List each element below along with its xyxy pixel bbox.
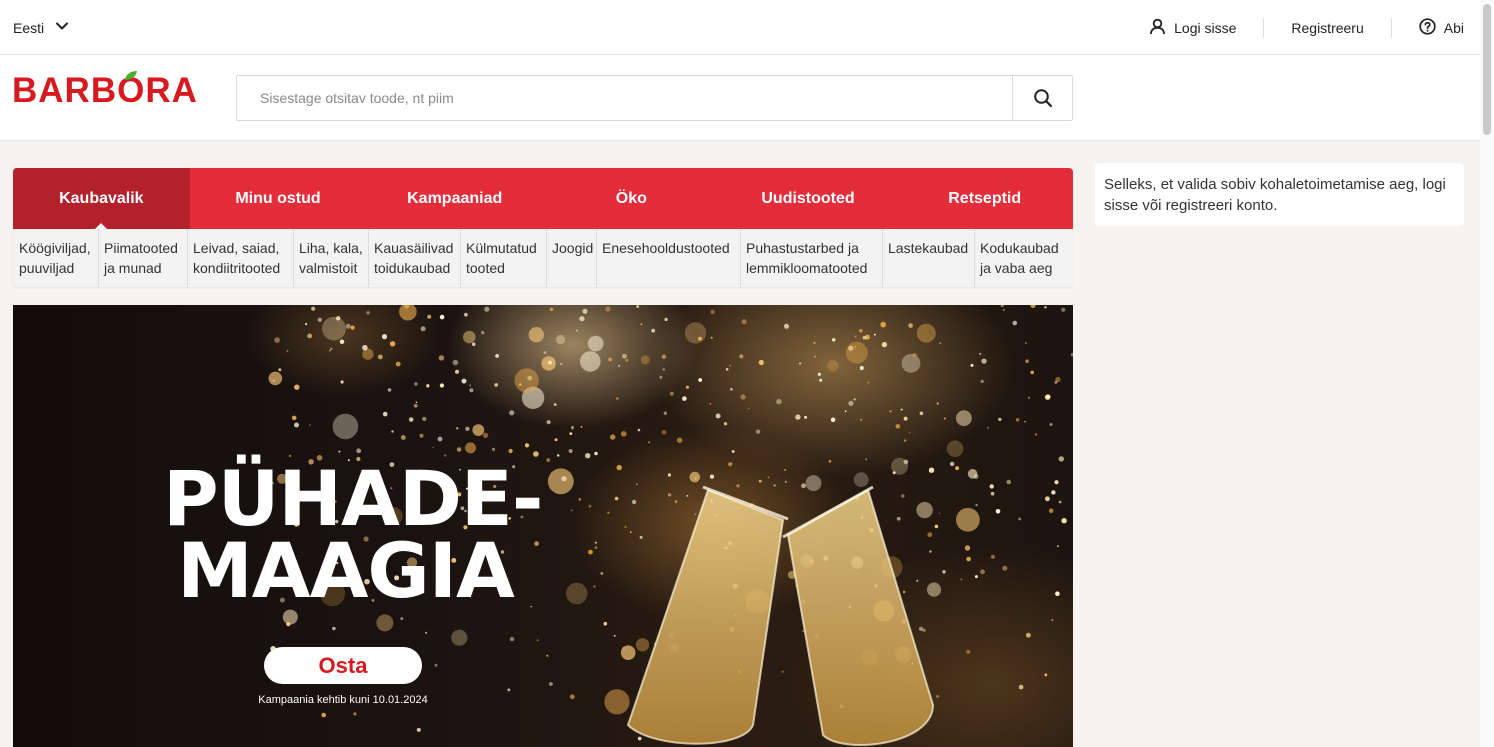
- tab-uudistooted[interactable]: Uudistooted: [720, 168, 897, 229]
- tab-kampaaniad[interactable]: Kampaaniad: [366, 168, 543, 229]
- search-icon: [1033, 89, 1052, 108]
- help-link[interactable]: Abi: [1390, 17, 1464, 38]
- search-button[interactable]: [1012, 76, 1072, 120]
- category-item[interactable]: Leivad, saiad, kondiitritooted: [187, 229, 293, 287]
- account-links: Logi sisse Registreeru Abi: [1122, 0, 1464, 55]
- banner-title-line2: MAAGIA: [177, 526, 515, 615]
- main-nav: Kaubavalik Minu ostud Kampaaniad Öko Uud…: [13, 168, 1073, 230]
- scrollbar-thumb[interactable]: [1483, 4, 1491, 135]
- language-selector[interactable]: Eesti: [13, 18, 70, 37]
- delivery-info-box: Selleks, et valida sobiv kohaletoimetami…: [1095, 163, 1464, 226]
- category-item[interactable]: Puhastustarbed ja lemmikloomatooted: [740, 229, 882, 287]
- promo-banner[interactable]: PÜHADE- MAAGIA Osta Kampaania kehtib kun…: [13, 305, 1073, 747]
- category-item[interactable]: Liha, kala, valmistoit: [293, 229, 368, 287]
- category-bar: Köögiviljad, puuviljad Piimatooted ja mu…: [13, 229, 1073, 287]
- help-icon: [1419, 17, 1436, 38]
- register-label: Registreeru: [1291, 19, 1364, 36]
- category-item[interactable]: Kodukaubad ja vaba aeg: [974, 229, 1073, 287]
- help-label: Abi: [1443, 19, 1464, 36]
- banner-validity-note: Kampaania kehtib kuni 10.01.2024: [258, 694, 428, 706]
- tab-kaubavalik[interactable]: Kaubavalik: [13, 168, 190, 230]
- page-scrollbar[interactable]: [1480, 0, 1494, 747]
- logo-text: BARBORA: [12, 71, 198, 110]
- category-item[interactable]: Enesehooldustooted: [596, 229, 740, 287]
- banner-title-line1: PÜHADE-: [163, 454, 543, 543]
- barbora-logo[interactable]: BARBORA: [12, 71, 198, 111]
- banner-title: PÜHADE- MAAGIA: [163, 454, 543, 615]
- tab-oko[interactable]: Öko: [543, 168, 720, 229]
- category-item[interactable]: Kauasäilivad toidukaubad: [368, 229, 460, 287]
- search-bar: [236, 75, 1073, 121]
- leaf-icon: [125, 71, 137, 80]
- login-label: Logi sisse: [1174, 19, 1237, 36]
- search-input[interactable]: [237, 76, 1013, 120]
- category-item[interactable]: Lastekaubad: [882, 229, 974, 287]
- delivery-info-text: Selleks, et valida sobiv kohaletoimetami…: [1104, 176, 1446, 214]
- tab-minu-ostud[interactable]: Minu ostud: [190, 168, 367, 229]
- category-item[interactable]: Köögiviljad, puuviljad: [13, 229, 98, 287]
- category-item[interactable]: Piimatooted ja munad: [98, 229, 187, 287]
- register-link[interactable]: Registreeru: [1263, 17, 1390, 38]
- tab-retseptid[interactable]: Retseptid: [896, 168, 1073, 229]
- site-header: BARBORA: [0, 55, 1480, 141]
- category-item[interactable]: Külmutatud tooted: [460, 229, 546, 287]
- top-bar: Eesti Logi sisse Registreeru Abi: [0, 0, 1480, 55]
- language-label: Eesti: [13, 19, 45, 36]
- chevron-down-icon: [54, 18, 70, 37]
- user-icon: [1149, 18, 1166, 38]
- login-link[interactable]: Logi sisse: [1122, 18, 1263, 38]
- category-item[interactable]: Joogid: [546, 229, 596, 287]
- banner-shop-button[interactable]: Osta: [264, 647, 422, 684]
